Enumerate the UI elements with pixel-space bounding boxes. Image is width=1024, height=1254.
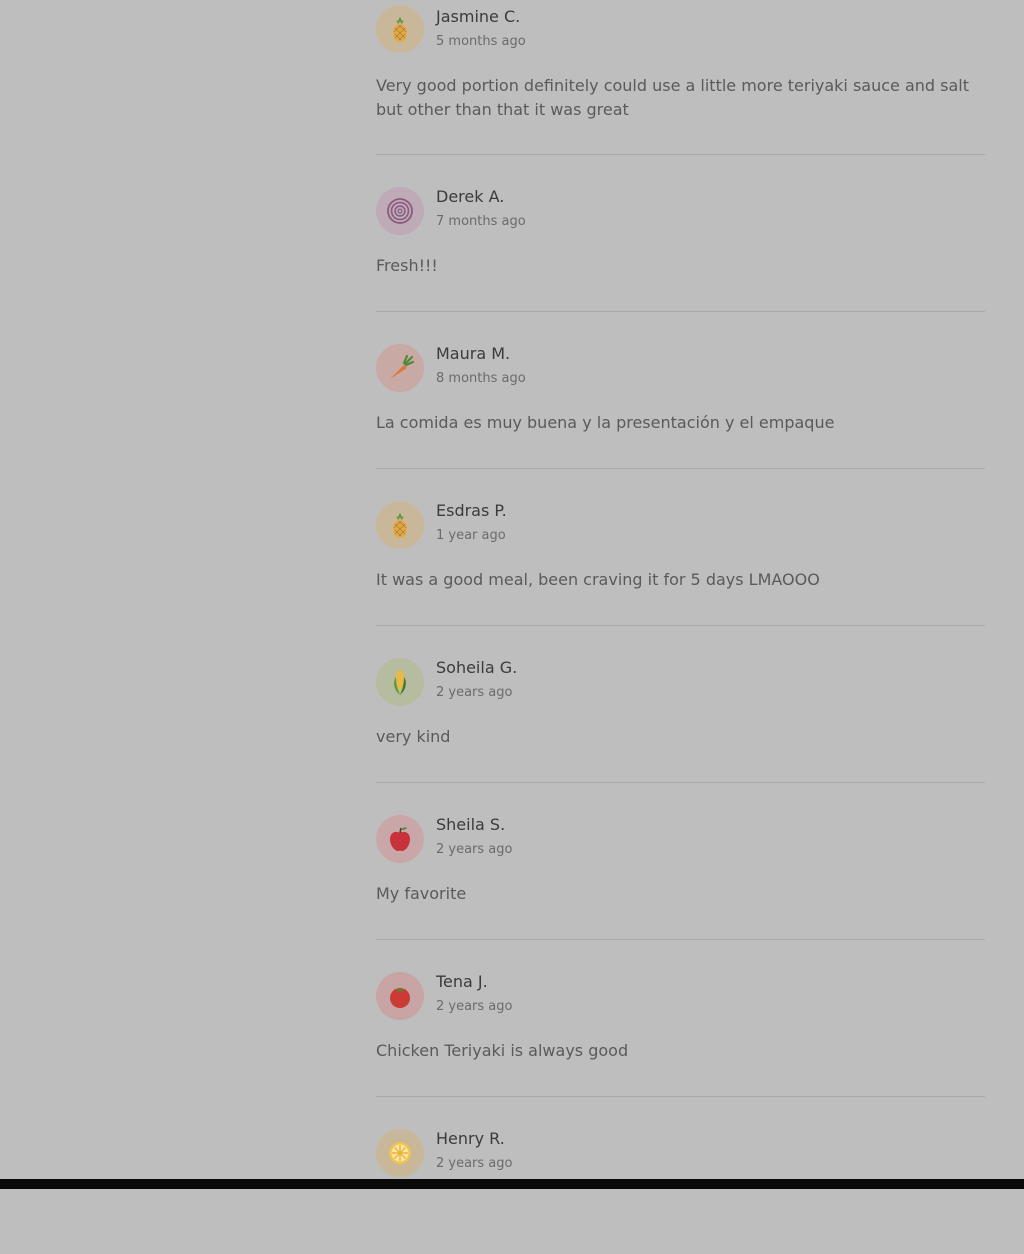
bottom-bar (0, 1179, 1024, 1189)
review-item: Jasmine C. 5 months ago Very good portio… (376, 0, 985, 155)
avatar (376, 972, 424, 1020)
review-time: 7 months ago (436, 214, 526, 229)
review-item: Derek A. 7 months ago Fresh!!! (376, 155, 985, 312)
review-time: 1 year ago (436, 528, 506, 543)
avatar (376, 658, 424, 706)
avatar (376, 187, 424, 235)
reviewer-name: Sheila S. (436, 815, 506, 834)
reviewer-name: Tena J. (436, 972, 488, 991)
review-time: 2 years ago (436, 999, 513, 1014)
review-text: Chicken Teriyaki is always good (376, 1041, 629, 1060)
tomato-icon (385, 981, 415, 1011)
avatar (376, 501, 424, 549)
review-time: 2 years ago (436, 842, 513, 857)
review-text: My favorite (376, 884, 467, 903)
review-item: Henry R. 2 years ago (376, 1097, 985, 1254)
review-text: very kind (376, 727, 451, 746)
review-item: Sheila S. 2 years ago My favorite (376, 783, 985, 940)
carrot-icon (385, 353, 415, 383)
review-text: Very good portion definitely could use a… (376, 76, 970, 119)
pineapple-icon (385, 510, 415, 540)
lemon-icon (385, 1138, 415, 1168)
reviewer-name: Esdras P. (436, 501, 507, 520)
review-time: 2 years ago (436, 1156, 513, 1171)
avatar (376, 1129, 424, 1177)
avatar (376, 815, 424, 863)
corn-icon (385, 667, 415, 697)
reviewer-name: Jasmine C. (436, 7, 521, 26)
avatar (376, 5, 424, 53)
review-time: 8 months ago (436, 371, 526, 386)
review-time: 5 months ago (436, 34, 526, 49)
reviewer-name: Maura M. (436, 344, 511, 363)
reviewer-name: Henry R. (436, 1129, 505, 1148)
reviews-list: Jasmine C. 5 months ago Very good portio… (376, 0, 985, 1254)
review-item: Maura M. 8 months ago La comida es muy b… (376, 312, 985, 469)
apple-icon (385, 824, 415, 854)
review-item: Esdras P. 1 year ago It was a good meal,… (376, 469, 985, 626)
reviewer-name: Derek A. (436, 187, 505, 206)
onion-icon (385, 196, 415, 226)
avatar (376, 344, 424, 392)
review-item: Soheila G. 2 years ago very kind (376, 626, 985, 783)
review-time: 2 years ago (436, 685, 513, 700)
reviewer-name: Soheila G. (436, 658, 518, 677)
pineapple-icon (385, 14, 415, 44)
review-text: Fresh!!! (376, 256, 438, 275)
review-text: It was a good meal, been craving it for … (376, 570, 820, 589)
review-text: La comida es muy buena y la presentación… (376, 413, 835, 432)
review-item: Tena J. 2 years ago Chicken Teriyaki is … (376, 940, 985, 1097)
